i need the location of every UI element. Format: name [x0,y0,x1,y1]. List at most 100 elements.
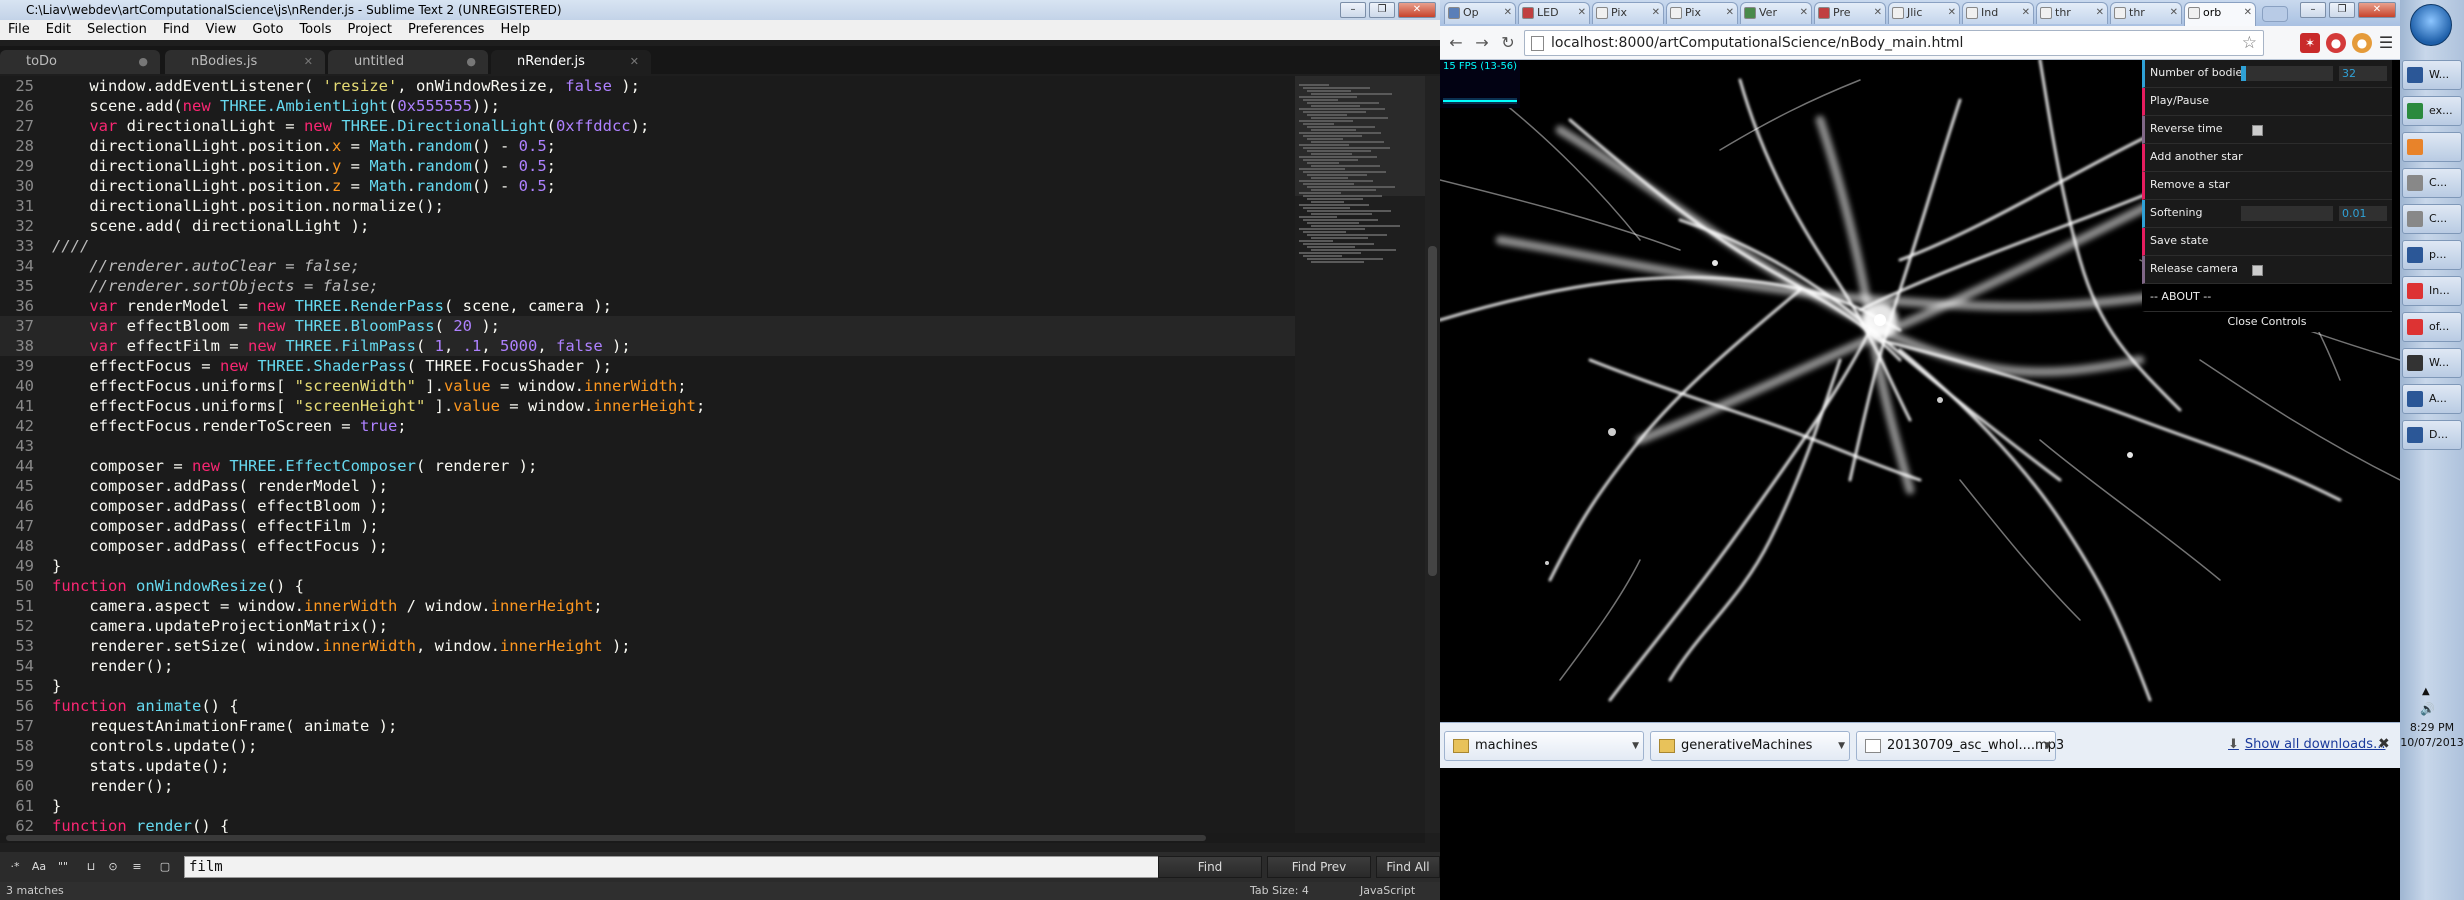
code-line[interactable]: 59 stats.update(); [0,756,1300,776]
close-tab-icon[interactable]: ✕ [1652,3,1660,23]
taskbar-window-button[interactable]: W... [2402,60,2462,90]
browser-tab[interactable]: orb ✕ [2184,2,2256,26]
code-line[interactable]: 37 var effectBloom = new THREE.BloomPass… [0,316,1300,336]
browser-tab[interactable]: Jlic ✕ [1888,2,1960,24]
code-line[interactable]: 31 directionalLight.position.normalize()… [0,196,1300,216]
taskbar-window-button[interactable]: of... [2402,312,2462,342]
code-line[interactable]: 28 directionalLight.position.x = Math.ra… [0,136,1300,156]
code-line[interactable]: 55} [0,676,1300,696]
cookie-extension-icon[interactable]: ● [2352,33,2372,53]
tab-untitled[interactable]: untitled ● [328,50,488,74]
start-button[interactable] [2410,4,2452,46]
scroll-thumb[interactable] [1428,246,1437,576]
tray-arrow-icon[interactable]: ▲ [2422,686,2430,697]
minimap[interactable] [1295,76,1425,833]
close-download-shelf-icon[interactable]: ✖ [2378,736,2390,752]
menu-icon[interactable]: ☰ [2376,33,2396,53]
close-tab-icon[interactable]: ✕ [1800,3,1808,23]
code-line[interactable]: 54 render(); [0,656,1300,676]
browser-tab[interactable]: thr ✕ [2036,2,2108,24]
volume-icon[interactable]: 🔊 [2420,702,2435,716]
extension-icon[interactable]: ✶ [2300,33,2320,53]
close-tab-icon[interactable]: ✕ [2170,3,2178,23]
code-line[interactable]: 48 composer.addPass( effectFocus ); [0,536,1300,556]
menu-goto[interactable]: Goto [244,20,291,40]
code-line[interactable]: 45 composer.addPass( renderModel ); [0,476,1300,496]
taskbar-window-button[interactable]: In... [2402,276,2462,306]
code-line[interactable]: 32 scene.add( directionalLight ); [0,216,1300,236]
taskbar-window-button[interactable]: p... [2402,240,2462,270]
release-camera-checkbox[interactable] [2252,265,2263,276]
case-toggle[interactable]: Aa [30,858,48,876]
code-line[interactable]: 36 var renderModel = new THREE.RenderPas… [0,296,1300,316]
highlight-toggle[interactable]: ≡ [128,858,146,876]
code-line[interactable]: 29 directionalLight.position.y = Math.ra… [0,156,1300,176]
gui-remove-star[interactable]: Remove a star [2142,172,2392,200]
browser-tab[interactable]: Ver ✕ [1740,2,1812,24]
close-tab-icon[interactable]: ✕ [1948,3,1956,23]
reload-icon[interactable]: ↻ [1498,33,1518,53]
download-item[interactable]: generativeMachines ▼ [1650,731,1850,761]
taskbar-window-button[interactable] [2402,132,2462,162]
menu-find[interactable]: Find [155,20,198,40]
code-line[interactable]: 47 composer.addPass( effectFilm ); [0,516,1300,536]
code-line[interactable]: 50 function onWindowResize() { [0,576,1300,596]
code-line[interactable]: 46 composer.addPass( effectBloom ); [0,496,1300,516]
close-tab-icon[interactable]: ✕ [1578,3,1586,23]
dropdown-arrow-icon[interactable]: ▼ [2044,732,2051,760]
tab-todo[interactable]: toDo ● [0,50,160,74]
horizontal-scrollbar[interactable] [0,833,1425,843]
gui-about-folder[interactable]: -- ABOUT -- [2142,284,2392,312]
code-line[interactable]: 58 controls.update(); [0,736,1300,756]
browser-tab[interactable]: Op ✕ [1444,2,1516,24]
find-button[interactable]: Find [1158,856,1262,878]
code-line[interactable]: 44 composer = new THREE.EffectComposer( … [0,456,1300,476]
close-tab-icon[interactable]: ✕ [630,50,639,74]
find-prev-button[interactable]: Find Prev [1267,856,1371,878]
code-line[interactable]: 26 scene.add(new THREE.AmbientLight(0x55… [0,96,1300,116]
download-item[interactable]: 20130709_asc_whol....mp3 ▼ [1856,731,2064,761]
browser-tab[interactable]: Pre ✕ [1814,2,1886,24]
close-tab-icon[interactable]: ✕ [2022,3,2030,23]
address-bar[interactable]: localhost:8000/artComputationalScience/n… [1524,30,2264,56]
wrap-toggle[interactable]: ⊔ [82,858,100,876]
show-all-downloads-link[interactable]: ⬇ Show all downloads... [2228,737,2385,752]
close-tab-icon[interactable]: ✕ [1874,3,1882,23]
reverse-time-checkbox[interactable] [2252,125,2263,136]
code-line[interactable]: 53 renderer.setSize( window.innerWidth, … [0,636,1300,656]
code-line[interactable]: 56 function animate() { [0,696,1300,716]
maximize-button[interactable]: ❐ [2329,2,2355,18]
code-line[interactable]: 33 //// [0,236,1300,256]
scroll-thumb[interactable] [6,835,1206,841]
code-line[interactable]: 43 [0,436,1300,456]
dropdown-arrow-icon[interactable]: ▼ [1632,732,1639,760]
code-line[interactable]: 41 effectFocus.uniforms[ "screenHeight" … [0,396,1300,416]
find-input[interactable]: film [184,856,1162,878]
fps-stats[interactable]: 15 FPS (13-56) [1440,60,1520,108]
bookmark-star-icon[interactable]: ☆ [2242,31,2257,55]
code-line[interactable]: 62 function render() { [0,816,1300,833]
close-button[interactable]: ✕ [2358,2,2396,18]
close-tab-icon[interactable]: ✕ [2244,3,2252,23]
show-context-toggle[interactable]: ▢ [156,858,174,876]
new-tab-button[interactable] [2262,6,2288,22]
close-tab-icon[interactable]: ✕ [1504,3,1512,23]
webgl-canvas[interactable]: 15 FPS (13-56) Number of bodies 32 Play/… [1440,60,2400,722]
code-line[interactable]: 49} [0,556,1300,576]
code-line[interactable]: 27 var directionalLight = new THREE.Dire… [0,116,1300,136]
taskbar-window-button[interactable]: W... [2402,348,2462,378]
close-tab-icon[interactable]: ✕ [1726,3,1734,23]
softening-slider[interactable] [2241,206,2333,221]
menu-edit[interactable]: Edit [38,20,79,40]
taskbar-window-button[interactable]: ex... [2402,96,2462,126]
code-line[interactable]: 51 camera.aspect = window.innerWidth / w… [0,596,1300,616]
menu-project[interactable]: Project [339,20,399,40]
code-line[interactable]: 52 camera.updateProjectionMatrix(); [0,616,1300,636]
close-tab-icon[interactable]: ✕ [2096,3,2104,23]
browser-tab[interactable]: thr ✕ [2110,2,2182,24]
taskbar-window-button[interactable]: A... [2402,384,2462,414]
code-line[interactable]: 42 effectFocus.renderToScreen = true; [0,416,1300,436]
dropdown-arrow-icon[interactable]: ▼ [1838,732,1845,760]
back-icon[interactable]: ← [1446,33,1466,53]
extension-icon[interactable]: ● [2326,33,2346,53]
